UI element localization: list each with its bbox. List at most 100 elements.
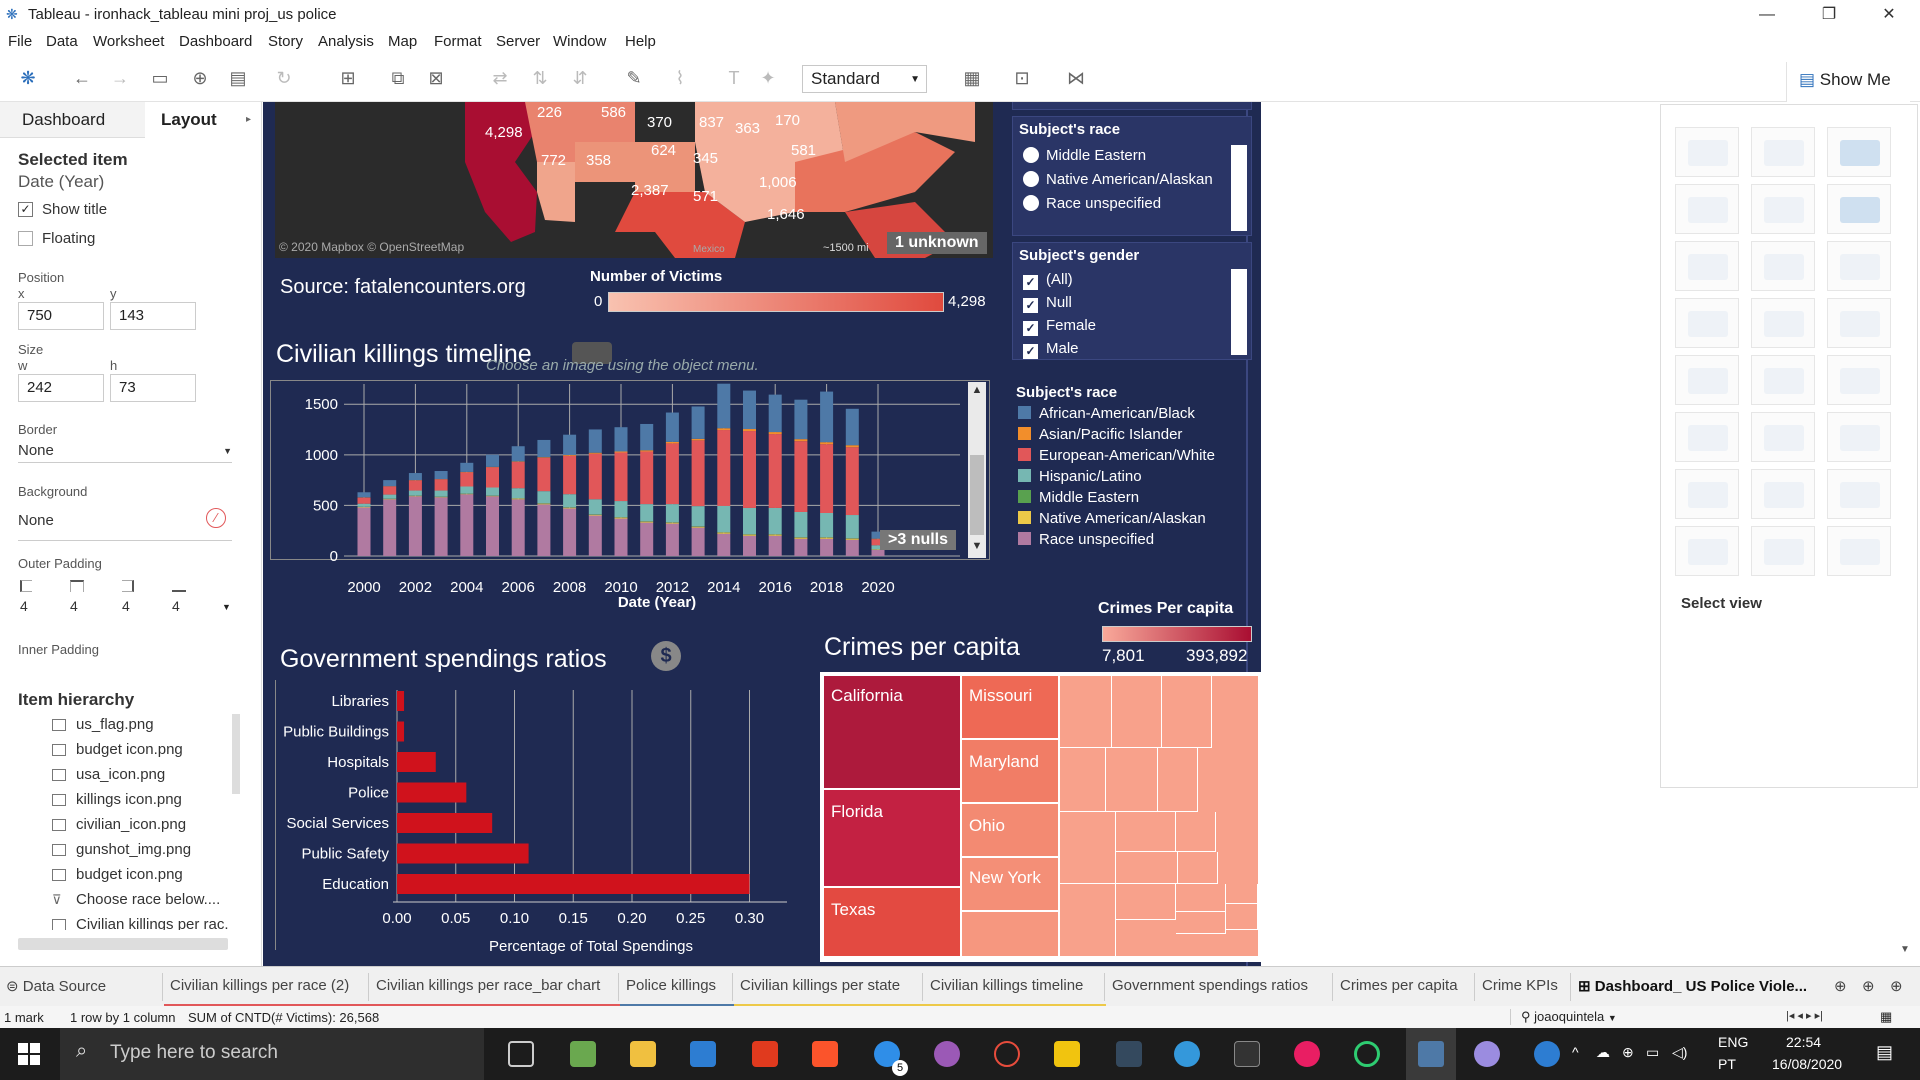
app-icon[interactable]	[1116, 1041, 1142, 1067]
chevron-down-icon[interactable]: ▼	[222, 602, 231, 612]
fit-select[interactable]: Standard ▼	[802, 65, 927, 93]
close-button[interactable]: ✕	[1866, 2, 1912, 28]
sort-ascending-icon[interactable]: ⇅	[528, 66, 552, 90]
timeline-bar-segment[interactable]	[743, 431, 756, 508]
timeline-bar-segment[interactable]	[665, 412, 679, 442]
timeline-bar-segment[interactable]	[563, 507, 577, 509]
menu-data[interactable]: Data	[46, 33, 78, 50]
restore-button[interactable]: ❐	[1806, 2, 1852, 28]
treemap-cell-new-york[interactable]: New York	[962, 858, 1058, 910]
sheet-tab[interactable]: Government spendings ratios	[1112, 977, 1308, 994]
timeline-bar-segment[interactable]	[794, 538, 808, 556]
sheet-navigation[interactable]: |◂ ◂ ▸ ▸|	[1786, 1009, 1823, 1022]
timeline-bar-segment[interactable]	[408, 495, 422, 497]
timeline-bar-segment[interactable]	[743, 390, 756, 430]
x-position-input[interactable]: 750	[18, 302, 104, 330]
timeline-bar-segment[interactable]	[511, 461, 525, 462]
hierarchy-item[interactable]: usa_icon.png	[0, 764, 240, 788]
outer-padding-right[interactable]: 4	[122, 598, 130, 614]
treemap-cell[interactable]	[962, 912, 1058, 956]
sheet-tab[interactable]: Civilian killings per race_bar chart	[376, 977, 600, 994]
checkbox[interactable]: ✓	[1023, 344, 1038, 359]
task-view-icon[interactable]	[508, 1041, 534, 1067]
timeline-bar-segment[interactable]	[845, 408, 859, 446]
timeline-bar-segment[interactable]	[563, 434, 577, 455]
hierarchy-item[interactable]: killings icon.png	[0, 789, 240, 813]
tray-chevron-icon[interactable]: ^	[1572, 1044, 1579, 1060]
timeline-bar-segment[interactable]	[383, 499, 397, 556]
timeline-bar-segment[interactable]	[357, 492, 371, 498]
treemap-icon[interactable]	[1675, 298, 1739, 348]
timeline-bar-segment[interactable]	[640, 504, 654, 522]
timeline-bar-segment[interactable]	[871, 549, 885, 556]
menu-help[interactable]: Help	[625, 33, 656, 50]
treemap-cell[interactable]	[1158, 748, 1198, 812]
slack-icon[interactable]	[1294, 1041, 1320, 1067]
timeline-bar-segment[interactable]	[640, 522, 654, 556]
timeline-bar-segment[interactable]	[845, 447, 859, 516]
new-worksheet-icon[interactable]: ⊞	[336, 66, 360, 90]
timeline-bar-segment[interactable]	[665, 522, 679, 524]
timeline-bar-segment[interactable]	[434, 490, 448, 497]
no-color-icon[interactable]: ⁄	[206, 508, 226, 528]
timeline-bar-segment[interactable]	[434, 496, 448, 498]
timeline-bar-segment[interactable]	[794, 537, 808, 539]
race-legend-item[interactable]: Asian/Pacific Islander	[1018, 426, 1182, 443]
timeline-bar-segment[interactable]	[460, 494, 474, 556]
timeline-bar-segment[interactable]	[691, 527, 705, 556]
timeline-bar-segment[interactable]	[691, 526, 705, 528]
timeline-bar-segment[interactable]	[717, 532, 731, 534]
clock-time[interactable]: 22:54	[1786, 1034, 1821, 1050]
hierarchy-item[interactable]: Civilian killings per rac.	[0, 914, 240, 930]
timeline-bar-segment[interactable]	[383, 494, 397, 499]
outer-padding-left[interactable]: 4	[20, 598, 28, 614]
treemap-cell[interactable]	[1176, 812, 1216, 852]
nulls-badge[interactable]: >3 nulls	[880, 530, 957, 550]
group-icon[interactable]: ⌇	[668, 66, 692, 90]
area-discrete-icon[interactable]	[1751, 412, 1815, 462]
treemap-cell[interactable]	[1060, 812, 1116, 884]
timeline-bar-segment[interactable]	[768, 507, 782, 535]
timeline-bar-segment[interactable]	[511, 446, 525, 462]
brave-browser-icon[interactable]	[812, 1041, 838, 1067]
redo-icon[interactable]: →	[108, 66, 132, 90]
timeline-bar-segment[interactable]	[614, 518, 628, 556]
radio-button[interactable]	[1023, 195, 1039, 211]
notifications-icon[interactable]: ▤	[1876, 1042, 1893, 1063]
race-legend-item[interactable]: European-American/White	[1018, 447, 1215, 464]
file-explorer-icon[interactable]	[630, 1041, 656, 1067]
app-icon[interactable]	[1354, 1041, 1380, 1067]
menu-format[interactable]: Format	[434, 33, 482, 50]
treemap-cell-missouri[interactable]: Missouri	[962, 676, 1058, 738]
new-story-icon[interactable]: ⊕	[1890, 977, 1903, 995]
timeline-bar-segment[interactable]	[588, 453, 602, 500]
treemap-cell-maryland[interactable]: Maryland	[962, 740, 1058, 802]
tab-layout[interactable]: Layout	[145, 102, 250, 138]
timeline-bar-segment[interactable]	[434, 471, 448, 480]
spending-bar[interactable]	[397, 691, 405, 711]
refresh-icon[interactable]: ↻	[272, 66, 296, 90]
timeline-bar-segment[interactable]	[665, 523, 679, 556]
timeline-bar-segment[interactable]	[743, 535, 756, 556]
timeline-bar-segment[interactable]	[486, 467, 499, 488]
timeline-bar-segment[interactable]	[588, 452, 602, 454]
line-discrete-icon[interactable]	[1751, 355, 1815, 405]
menu-story[interactable]: Story	[268, 33, 303, 50]
timeline-bar-segment[interactable]	[357, 503, 371, 507]
timeline-bar-segment[interactable]	[434, 497, 448, 556]
user-menu[interactable]: ⚲ joaoquintela ▼	[1510, 1009, 1670, 1025]
language-secondary[interactable]: PT	[1718, 1056, 1736, 1072]
timeline-bar-segment[interactable]	[640, 451, 654, 505]
timeline-bar-segment[interactable]	[614, 452, 628, 502]
timeline-bar-segment[interactable]	[460, 472, 474, 487]
heat-map-icon[interactable]	[1751, 127, 1815, 177]
sheet-tab[interactable]: Civilian killings timeline	[930, 977, 1083, 994]
hierarchy-item[interactable]: ⊽ Choose race below....	[0, 889, 240, 913]
timeline-bar-segment[interactable]	[486, 454, 499, 467]
symbol-map-icon[interactable]	[1675, 184, 1739, 234]
new-dashboard-icon[interactable]: ⊕	[1862, 977, 1875, 995]
app-icon[interactable]	[994, 1041, 1020, 1067]
treemap-cell[interactable]	[1060, 748, 1106, 812]
timeline-bar-segment[interactable]	[768, 535, 782, 556]
race-option-middle-eastern[interactable]: Middle Eastern	[1023, 147, 1146, 164]
